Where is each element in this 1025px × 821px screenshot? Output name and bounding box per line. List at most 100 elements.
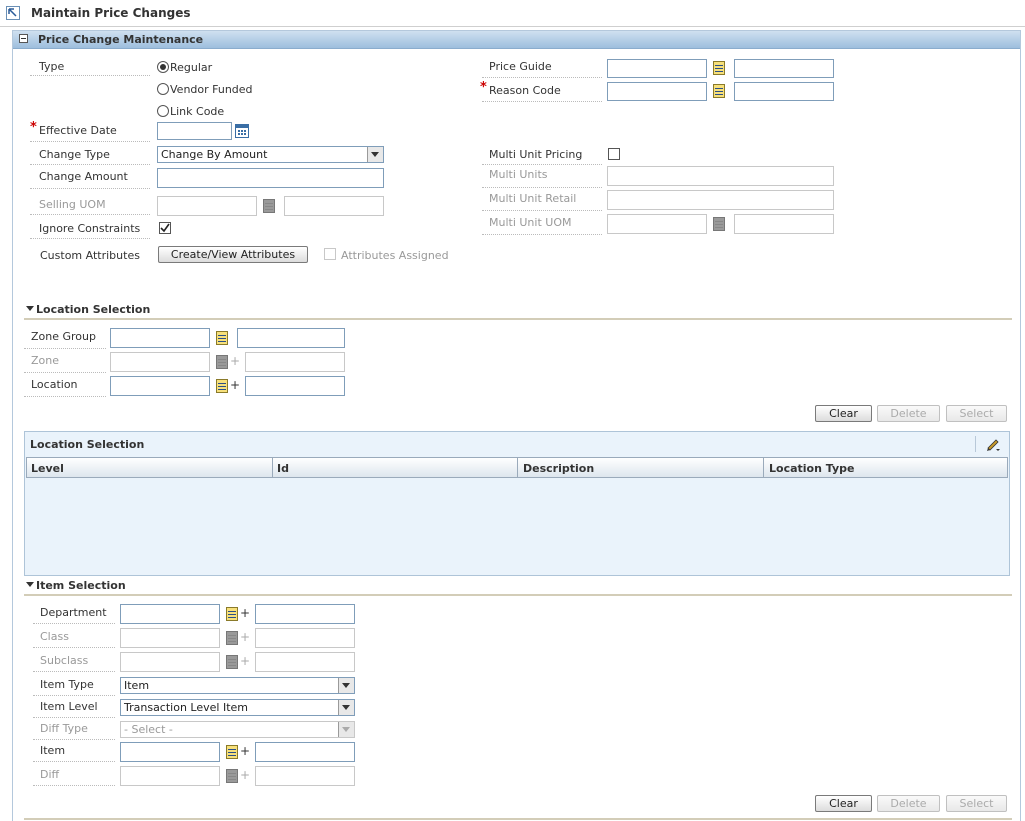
- list-of-values-icon[interactable]: [226, 631, 238, 645]
- item-selection-title: Item Selection: [36, 579, 126, 592]
- create-view-attributes-button[interactable]: Create/View Attributes: [158, 246, 308, 263]
- item-level-select[interactable]: Transaction Level Item: [120, 699, 355, 716]
- price-guide-description: [734, 59, 834, 78]
- zone-input[interactable]: [110, 352, 210, 372]
- add-icon[interactable]: +: [230, 354, 240, 368]
- expand-triangle-icon[interactable]: [26, 306, 34, 311]
- chevron-down-icon[interactable]: [338, 700, 354, 715]
- divider: [33, 761, 115, 762]
- zone-group-input[interactable]: [110, 328, 210, 348]
- column-header-id[interactable]: Id: [277, 462, 289, 475]
- divider: [30, 75, 150, 76]
- location-select-button[interactable]: Select: [946, 405, 1007, 422]
- item-type-value: Item: [124, 679, 150, 692]
- add-icon[interactable]: +: [230, 378, 240, 392]
- multi-units-input[interactable]: [607, 166, 834, 186]
- divider: [33, 739, 115, 740]
- department-input[interactable]: [120, 604, 220, 624]
- list-of-values-icon[interactable]: [216, 379, 228, 393]
- location-clear-button[interactable]: Clear: [815, 405, 872, 422]
- item-type-select[interactable]: Item: [120, 677, 355, 694]
- selling-uom-input[interactable]: [157, 196, 257, 216]
- zone-description: [245, 352, 345, 372]
- column-divider[interactable]: [763, 458, 764, 477]
- item-clear-button[interactable]: Clear: [815, 795, 872, 812]
- column-header-level[interactable]: Level: [31, 462, 64, 475]
- effective-date-input[interactable]: [157, 122, 232, 140]
- attributes-assigned-checkbox[interactable]: [324, 248, 336, 260]
- radio-regular[interactable]: [157, 61, 169, 73]
- required-marker: *: [30, 120, 37, 135]
- subclass-input[interactable]: [120, 652, 220, 672]
- item-delete-button[interactable]: Delete: [877, 795, 940, 812]
- list-of-values-icon[interactable]: [226, 745, 238, 759]
- list-of-values-icon[interactable]: [713, 217, 725, 231]
- panel-header: Price Change Maintenance: [13, 31, 1020, 49]
- list-of-values-icon[interactable]: [713, 84, 725, 98]
- radio-link-code[interactable]: [157, 105, 169, 117]
- divider: [24, 396, 106, 397]
- chevron-down-icon[interactable]: [338, 722, 354, 737]
- class-label: Class: [40, 630, 69, 643]
- item-description: [255, 742, 355, 762]
- ignore-constraints-label: Ignore Constraints: [39, 222, 141, 235]
- reason-code-input[interactable]: [607, 82, 707, 101]
- divider: [30, 214, 150, 215]
- add-icon[interactable]: +: [240, 744, 250, 758]
- price-guide-input[interactable]: [607, 59, 707, 78]
- list-of-values-icon[interactable]: [226, 769, 238, 783]
- section-divider: [24, 818, 1012, 820]
- edit-pencil-icon[interactable]: [985, 436, 1001, 452]
- item-select-button[interactable]: Select: [946, 795, 1007, 812]
- department-description: [255, 604, 355, 624]
- class-input[interactable]: [120, 628, 220, 648]
- list-of-values-icon[interactable]: [216, 331, 228, 345]
- reason-code-description: [734, 82, 834, 101]
- location-selection-title: Location Selection: [36, 303, 151, 316]
- add-icon[interactable]: +: [240, 654, 250, 668]
- add-icon[interactable]: +: [240, 606, 250, 620]
- location-input[interactable]: [110, 376, 210, 396]
- page-header: Maintain Price Changes: [0, 0, 1025, 27]
- column-divider[interactable]: [517, 458, 518, 477]
- add-icon[interactable]: +: [240, 768, 250, 782]
- expand-triangle-icon[interactable]: [26, 582, 34, 587]
- multi-unit-pricing-label: Multi Unit Pricing: [489, 148, 583, 161]
- location-selection-table: Location Selection Level Id Description …: [24, 431, 1010, 576]
- column-divider[interactable]: [272, 458, 273, 477]
- column-header-location-type[interactable]: Location Type: [769, 462, 854, 475]
- change-type-select[interactable]: Change By Amount: [157, 146, 384, 163]
- chevron-down-icon[interactable]: [367, 147, 383, 162]
- ignore-constraints-checkbox[interactable]: [159, 222, 171, 234]
- zone-label: Zone: [31, 354, 60, 367]
- diff-type-select[interactable]: - Select -: [120, 721, 355, 738]
- list-of-values-icon[interactable]: [226, 607, 238, 621]
- location-delete-button[interactable]: Delete: [877, 405, 940, 422]
- chevron-down-icon[interactable]: [338, 678, 354, 693]
- navigate-arrow-icon[interactable]: [6, 6, 20, 20]
- divider: [482, 210, 602, 211]
- multi-unit-uom-input[interactable]: [607, 214, 707, 234]
- divider: [30, 238, 150, 239]
- change-type-value: Change By Amount: [161, 148, 268, 161]
- add-icon[interactable]: +: [240, 630, 250, 644]
- list-of-values-icon[interactable]: [226, 655, 238, 669]
- multi-unit-retail-input[interactable]: [607, 190, 834, 210]
- divider: [24, 348, 106, 349]
- calendar-icon[interactable]: [235, 124, 249, 138]
- list-of-values-icon[interactable]: [713, 61, 725, 75]
- item-input[interactable]: [120, 742, 220, 762]
- collapse-icon[interactable]: [19, 34, 28, 43]
- list-of-values-icon[interactable]: [216, 355, 228, 369]
- change-type-label: Change Type: [39, 148, 110, 161]
- diff-description: [255, 766, 355, 786]
- divider: [482, 164, 602, 165]
- class-description: [255, 628, 355, 648]
- divider: [482, 187, 602, 188]
- change-amount-input[interactable]: [157, 168, 384, 188]
- diff-input[interactable]: [120, 766, 220, 786]
- list-of-values-icon[interactable]: [263, 199, 275, 213]
- multi-unit-pricing-checkbox[interactable]: [608, 148, 620, 160]
- column-header-description[interactable]: Description: [523, 462, 594, 475]
- radio-vendor-funded[interactable]: [157, 83, 169, 95]
